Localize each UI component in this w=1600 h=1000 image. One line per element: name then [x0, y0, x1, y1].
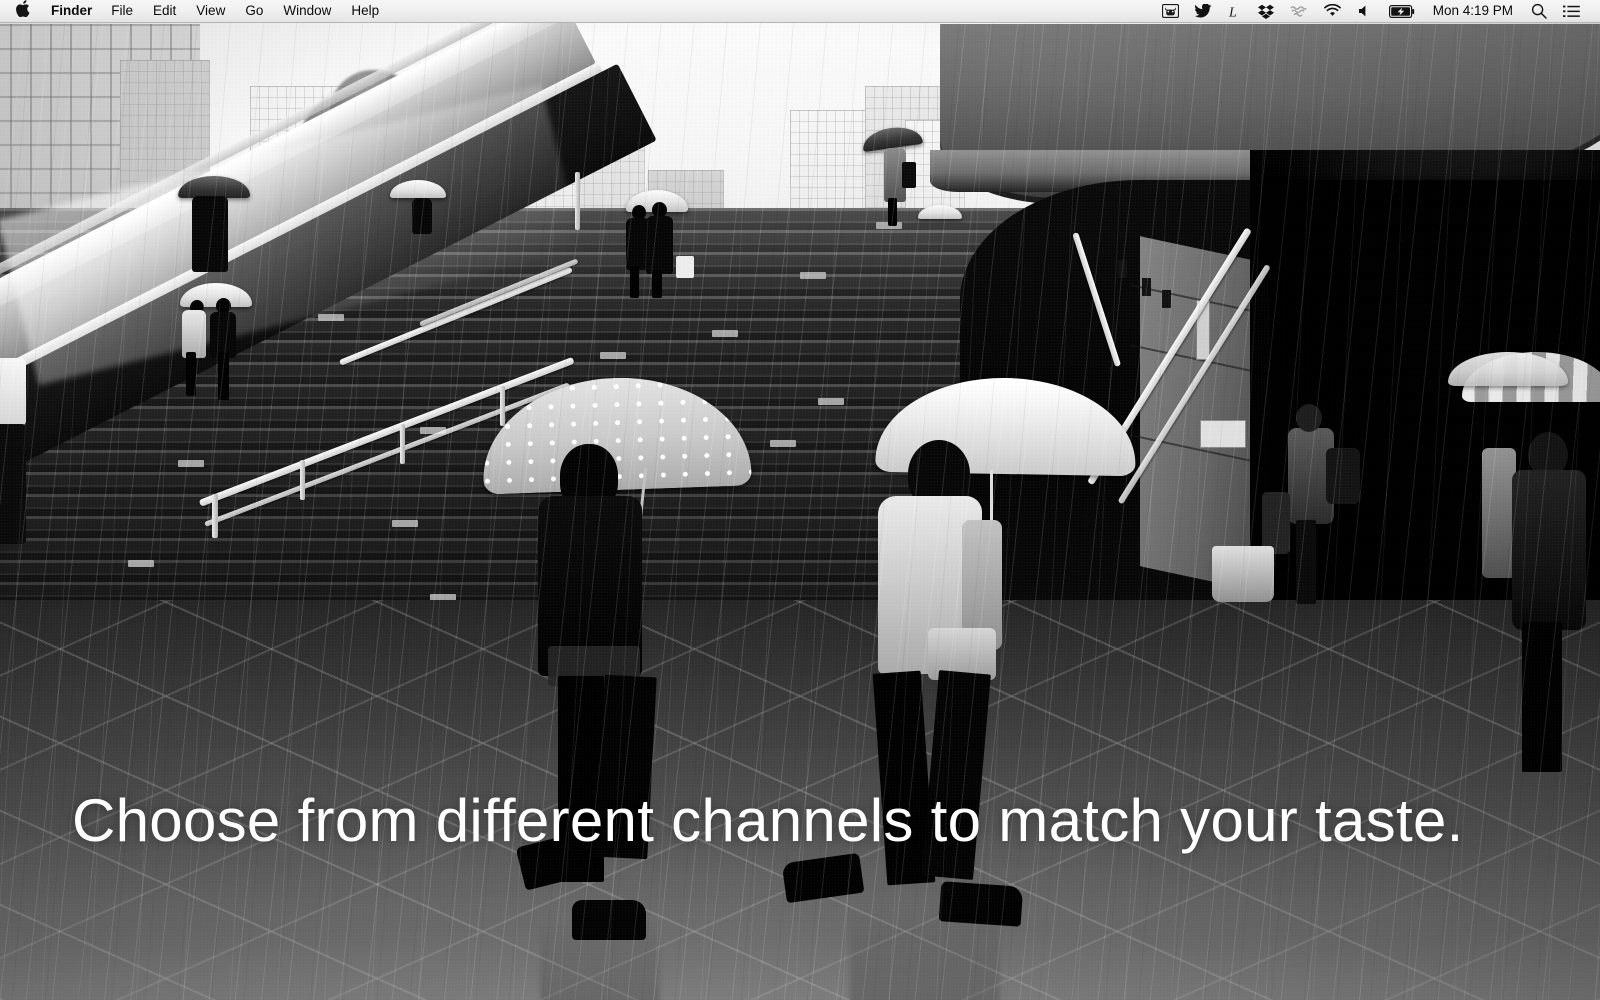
menu-bar: Finder File Edit View Go Window Help L M…: [0, 0, 1600, 23]
wave-icon[interactable]: [1282, 0, 1315, 22]
twitter-bird-icon[interactable]: [1187, 0, 1220, 22]
menu-app-name[interactable]: Finder: [42, 0, 101, 22]
dropbox-icon[interactable]: [1250, 0, 1282, 22]
wifi-icon[interactable]: [1315, 0, 1350, 22]
menu-view[interactable]: View: [186, 0, 235, 22]
mail-cat-icon[interactable]: [1154, 0, 1187, 22]
notification-center-icon[interactable]: [1555, 0, 1588, 22]
menu-window[interactable]: Window: [273, 0, 341, 22]
apple-logo-icon[interactable]: [12, 0, 42, 23]
search-icon[interactable]: [1523, 0, 1555, 22]
desktop: Choose from different channels to match …: [0, 0, 1600, 1000]
script-l-icon[interactable]: L: [1220, 0, 1250, 22]
menu-edit[interactable]: Edit: [143, 0, 186, 22]
menu-file[interactable]: File: [101, 0, 143, 22]
menu-go[interactable]: Go: [235, 0, 273, 22]
wallpaper-headline: Choose from different channels to match …: [72, 787, 1464, 854]
menu-bar-left: Finder File Edit View Go Window Help: [0, 0, 389, 23]
menu-help[interactable]: Help: [341, 0, 389, 22]
menu-bar-clock[interactable]: Mon 4:19 PM: [1423, 0, 1523, 22]
svg-text:L: L: [1228, 5, 1237, 19]
menu-bar-status-area: L Mon 4:19 PM: [1154, 0, 1600, 22]
volume-icon[interactable]: [1350, 0, 1381, 22]
battery-charging-icon[interactable]: [1381, 0, 1423, 22]
